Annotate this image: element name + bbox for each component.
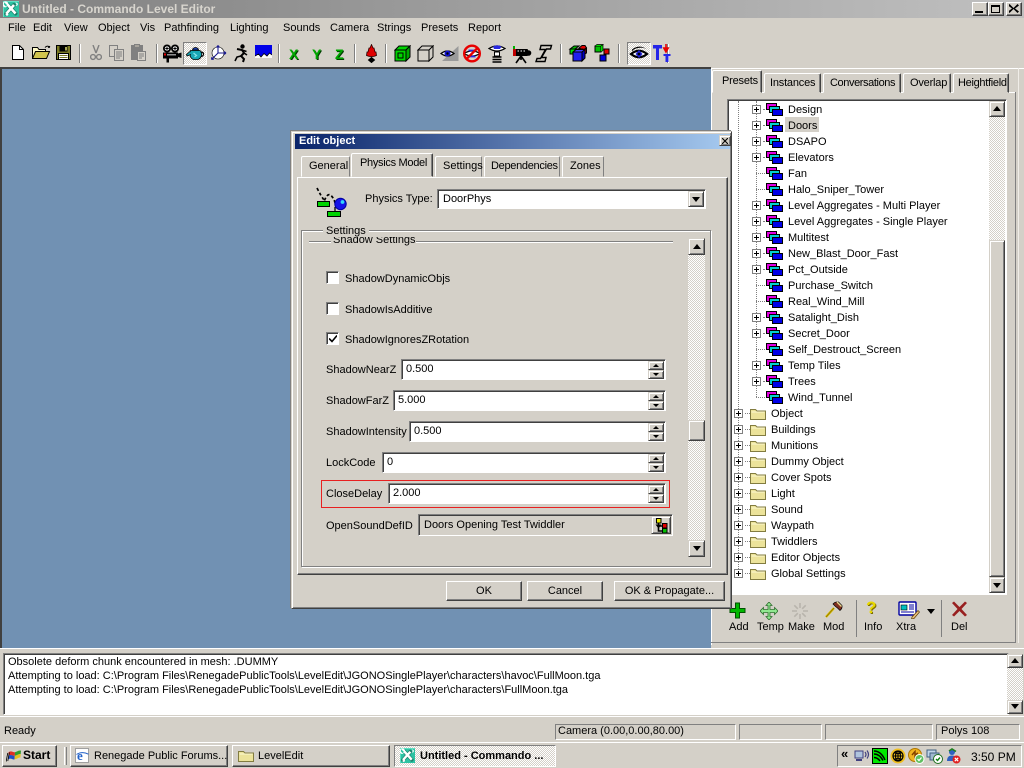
svg-text:e: e <box>77 748 83 763</box>
